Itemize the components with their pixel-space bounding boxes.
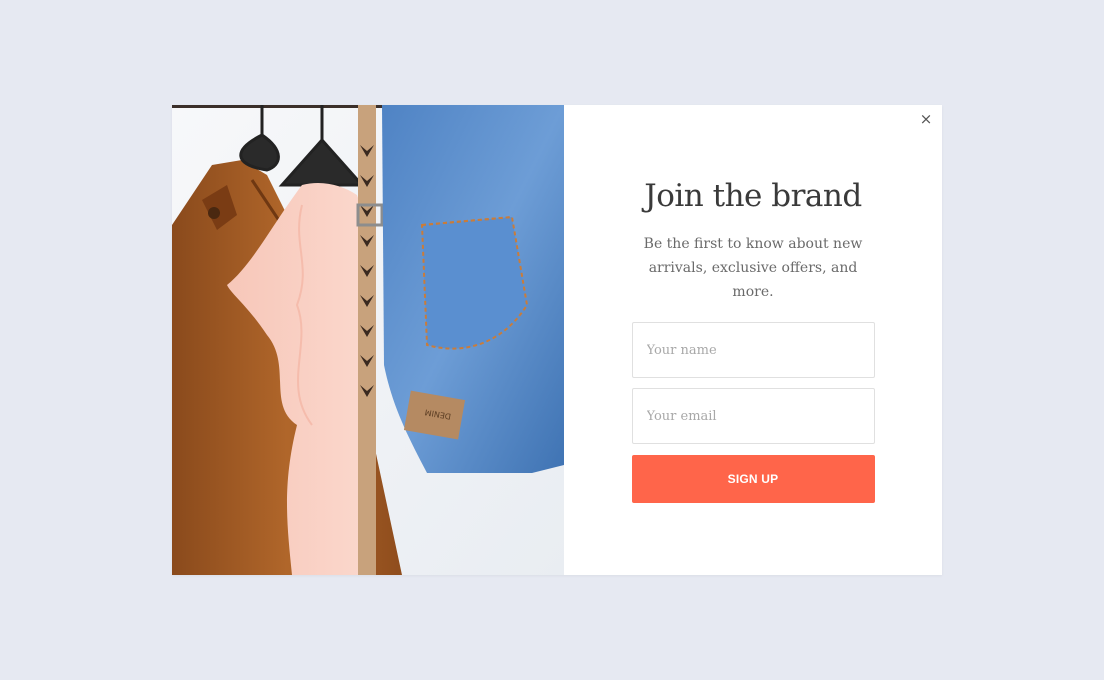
clothing-rack-illustration: DENIM [172,105,564,575]
signup-form-panel: × Join the brand Be the first to know ab… [564,105,942,575]
clothing-rack-image: DENIM [172,105,564,575]
name-input[interactable] [631,322,875,378]
signup-content: Join the brand Be the first to know abou… [624,175,882,503]
email-input[interactable] [631,388,875,444]
popup-title: Join the brand [644,178,862,214]
sign-up-button[interactable]: SIGN UP [631,455,875,503]
close-icon[interactable]: × [918,111,934,127]
signup-popup: DENIM × Join the brand Be the first to k… [172,105,942,575]
popup-subtitle: Be the first to know about new arrivals,… [643,236,863,300]
